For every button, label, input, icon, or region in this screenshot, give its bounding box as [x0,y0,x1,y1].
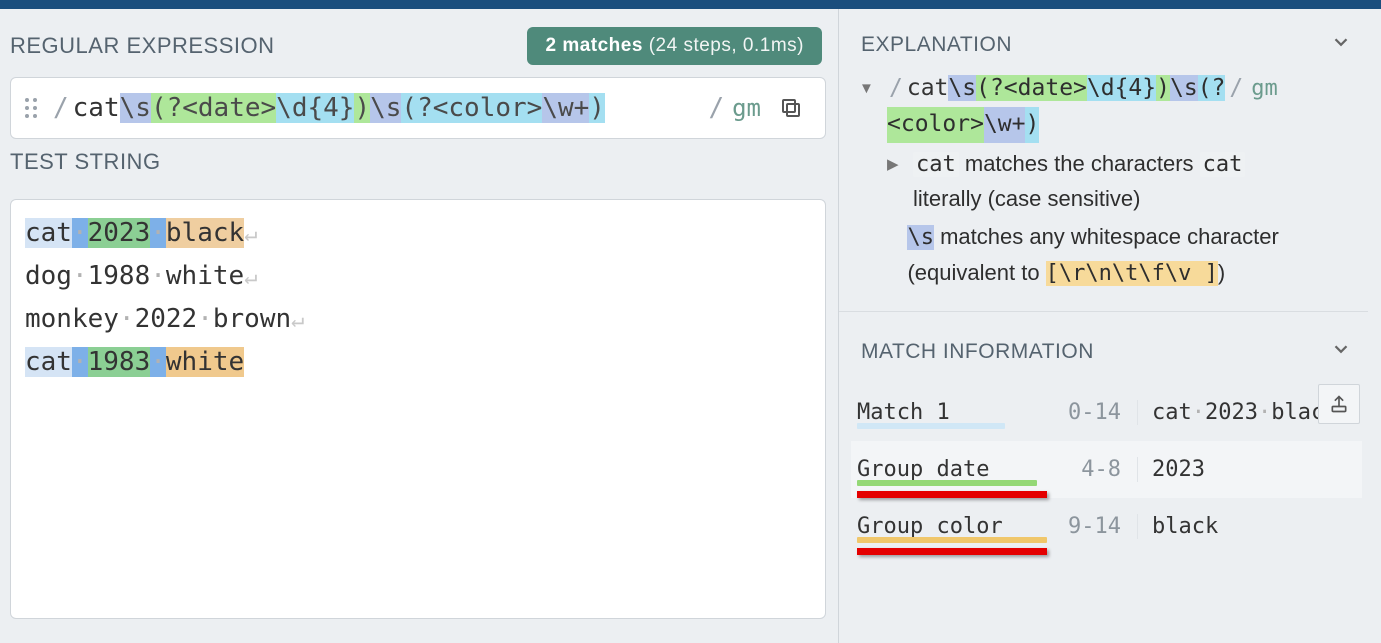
regex-title: REGULAR EXPRESSION [10,33,275,59]
matchinfo-list: Match 10-14cat·2023·blackGroup date4-820… [839,378,1368,643]
teststring-line: cat·2023·black↵ [25,212,811,255]
chevron-down-icon [1330,31,1352,59]
regex-close-slash: / [704,93,728,123]
match-row[interactable]: Match 10-14cat·2023·black [851,384,1362,441]
drag-handle-icon[interactable] [25,94,37,122]
match-row[interactable]: Group color9-14black [851,498,1362,555]
explanation-title: EXPLANATION [861,33,1012,57]
export-matches-button[interactable] [1318,384,1360,424]
app-topbar [0,0,1381,9]
regex-input-box[interactable]: / cat\s(?<date>\d{4})\s(?<color>\w+) / g… [10,77,826,139]
regex-text[interactable]: cat\s(?<date>\d{4})\s(?<color>\w+) [73,93,705,123]
explanation-panel-header[interactable]: EXPLANATION [839,9,1368,71]
matchinfo-panel-header[interactable]: MATCH INFORMATION [839,316,1368,378]
explanation-content: ▼ / cat\s(?<date>\d{4})\s(? / gm <color>… [859,71,1362,295]
matchinfo-title: MATCH INFORMATION [861,340,1094,364]
caret-down-icon[interactable]: ▼ [859,71,875,100]
exp-token-cat: cat [913,152,959,177]
exp-token-s: \s [907,225,934,250]
teststring-section-header: TEST STRING [10,139,826,187]
caret-right-icon[interactable]: ▶ [887,147,903,176]
chevron-down-icon [1330,338,1352,366]
match-row[interactable]: Group date4-82023 [851,441,1362,498]
copy-regex-button[interactable] [771,88,811,128]
teststring-input[interactable]: cat·2023·black↵dog·1988·white↵monkey·202… [10,199,826,619]
match-count-pill: 2 matches (24 steps, 0.1ms) [527,27,822,65]
teststring-title: TEST STRING [10,149,161,175]
explanation-flags: gm [1247,72,1288,106]
teststring-line: cat·1983·white [25,341,811,384]
teststring-line: dog·1988·white↵ [25,255,811,298]
regex-flags[interactable]: gm [728,94,771,122]
regex-open-slash: / [49,93,73,123]
regex-section-header: REGULAR EXPRESSION 2 matches (24 steps, … [10,17,826,77]
teststring-line: monkey·2022·brown↵ [25,298,811,341]
